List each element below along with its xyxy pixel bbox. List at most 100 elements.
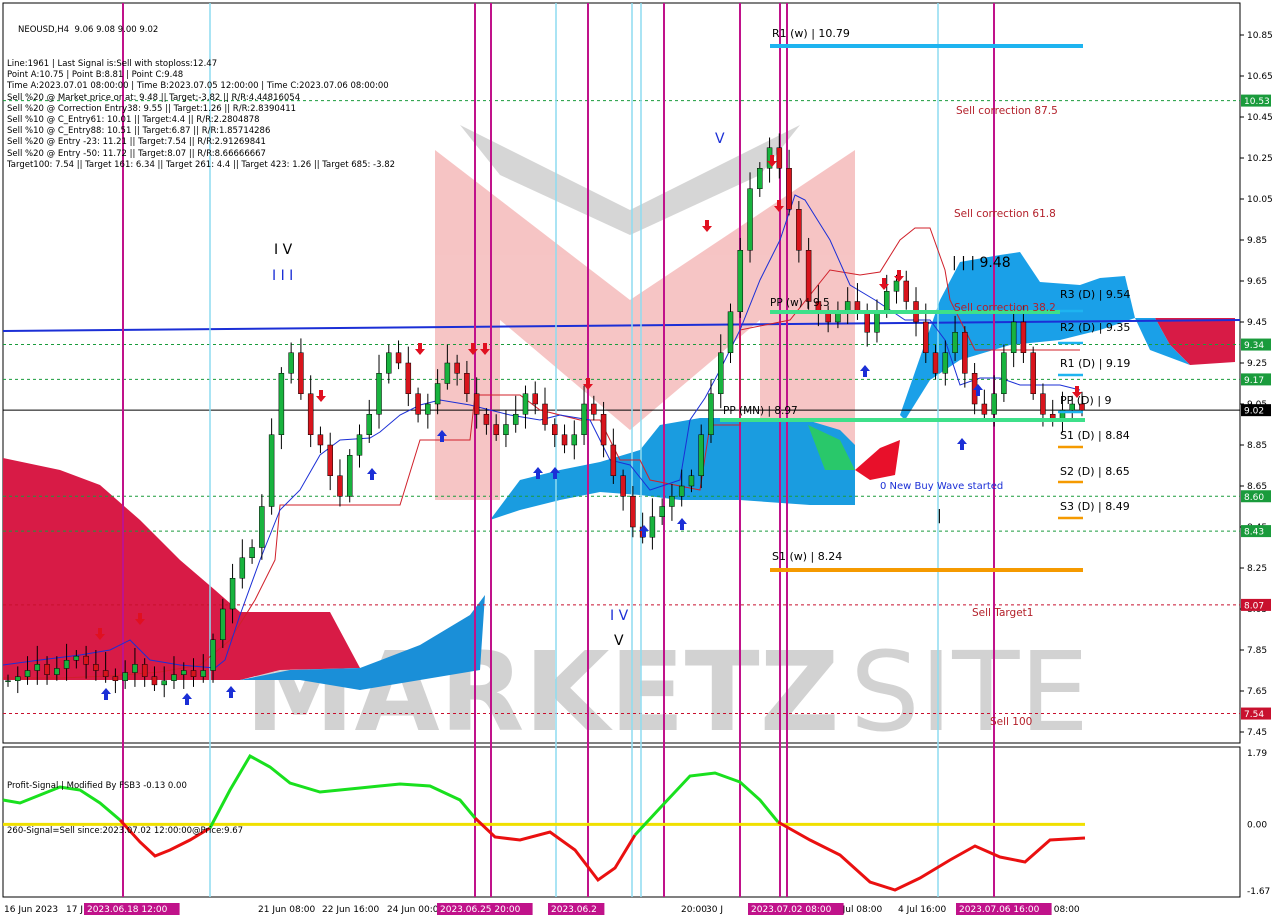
price-badge-label: 8.60 bbox=[1244, 493, 1264, 503]
time-axis-label: 21 Jun 08:00 bbox=[258, 905, 315, 915]
candle-body bbox=[757, 168, 763, 189]
label-new-buy-wave: 0 New Buy Wave started bbox=[880, 481, 1003, 492]
price-tick-label: 9.85 bbox=[1247, 236, 1267, 246]
candle-body bbox=[288, 352, 294, 374]
info-line: Time A:2023.07.01 08:00:00 | Time B:2023… bbox=[7, 81, 389, 92]
candle-body bbox=[151, 676, 158, 686]
pivot-level-label: R1 (w) | 10.79 bbox=[772, 27, 850, 40]
candle-body bbox=[776, 147, 783, 169]
candle-body bbox=[190, 670, 197, 677]
candle-body bbox=[522, 393, 529, 415]
label-sell-100: Sell 100 bbox=[990, 716, 1032, 728]
candle-body bbox=[561, 434, 568, 446]
candle-body bbox=[620, 475, 626, 497]
candle-body bbox=[317, 434, 324, 446]
time-highlight-label: 2023.06.18 12:00 bbox=[87, 905, 168, 915]
label-sell-correction-38-2: Sell correction 38.2 bbox=[954, 302, 1056, 314]
price-badge-label: 8.43 bbox=[1244, 528, 1264, 538]
candle-body bbox=[83, 655, 89, 665]
candle-body bbox=[483, 414, 490, 425]
candle-body bbox=[581, 403, 587, 435]
candle-body bbox=[34, 664, 41, 671]
pivot-level-label: S2 (D) | 8.65 bbox=[1060, 465, 1130, 478]
candle-body bbox=[610, 444, 617, 476]
chart-window: { "symbol_header": "NEOUSD,H4 9.06 9.08 … bbox=[0, 0, 1280, 920]
price-badge-label: 7.54 bbox=[1244, 710, 1264, 720]
candle-body bbox=[434, 383, 441, 405]
label-wave-iii-left: I I I bbox=[272, 268, 293, 284]
info-line: Sell %10 @ C_Entry61: 10.01 || Target:4.… bbox=[7, 115, 260, 126]
candle-body bbox=[15, 676, 21, 682]
price-tick-label: 9.25 bbox=[1247, 359, 1267, 369]
candle-body bbox=[376, 373, 382, 415]
candle-body bbox=[649, 516, 656, 538]
signal-info-panel: NEOUSD,H4 9.06 9.08 9.00 9.02 Line:1961 … bbox=[7, 3, 395, 182]
candle-body bbox=[454, 362, 460, 374]
subwindow-signal-text: 260-Signal=Sell since:2023.07.02 12:00:0… bbox=[7, 826, 244, 836]
candle-body bbox=[600, 414, 607, 446]
candle-body bbox=[678, 485, 685, 497]
pivot-level-label: PP (D) | 9 bbox=[1060, 394, 1112, 407]
candle-body bbox=[171, 674, 177, 681]
candle-body bbox=[425, 403, 431, 415]
candle-body bbox=[464, 373, 470, 394]
candle-body bbox=[991, 393, 997, 415]
price-tick-label: 8.85 bbox=[1247, 441, 1267, 451]
candle-body bbox=[923, 321, 929, 353]
price-tick-label: 7.85 bbox=[1247, 646, 1267, 656]
candle-body bbox=[981, 403, 988, 415]
price-tick-label: 9.45 bbox=[1247, 318, 1267, 328]
candle-body bbox=[698, 434, 704, 476]
candle-body bbox=[259, 506, 265, 548]
candle-body bbox=[883, 291, 890, 312]
candle-body bbox=[327, 444, 333, 476]
pivot-level-label: R1 (D) | 9.19 bbox=[1060, 357, 1130, 370]
subwindow-title: Profit-Signal | Modified By FSB3 -0.13 0… bbox=[7, 781, 187, 791]
candle-body bbox=[591, 403, 597, 415]
candle-body bbox=[180, 670, 187, 675]
candle-body bbox=[942, 352, 949, 374]
label-sell-target1: Sell Target1 bbox=[972, 607, 1033, 619]
candle-body bbox=[659, 506, 665, 517]
candle-body bbox=[63, 660, 70, 669]
candle-body bbox=[893, 280, 900, 292]
price-tick-label: 10.45 bbox=[1247, 113, 1273, 123]
candle-body bbox=[1020, 321, 1027, 353]
candle-body bbox=[1010, 321, 1017, 353]
candle-body bbox=[952, 332, 958, 353]
candle-body bbox=[1049, 414, 1056, 419]
candle-body bbox=[669, 496, 675, 507]
candle-body bbox=[503, 424, 509, 435]
price-badge-label: 9.34 bbox=[1244, 341, 1264, 351]
candle-body bbox=[786, 168, 792, 210]
candle-body bbox=[346, 455, 353, 497]
price-tick-label: 7.65 bbox=[1247, 687, 1267, 697]
time-highlight-label: 2023.07.02 08:00 bbox=[751, 905, 832, 915]
candle-body bbox=[132, 664, 138, 673]
time-axis-label: 30 J bbox=[706, 905, 723, 915]
price-tick-label: 10.85 bbox=[1247, 31, 1273, 41]
subwindow-axis: 1.79 0.00 -1.67 bbox=[1247, 749, 1270, 897]
candle-body bbox=[356, 434, 363, 456]
label-wave-iv-mid: I V bbox=[610, 608, 629, 624]
label-wave-iii-value: | | | 9.48 bbox=[952, 255, 1011, 271]
price-tick-label: 10.05 bbox=[1247, 195, 1273, 205]
info-lines: Line:1961 | Last Signal is:Sell with sto… bbox=[7, 59, 395, 171]
candle-body bbox=[717, 352, 724, 394]
label-sell-correction-61-8: Sell correction 61.8 bbox=[954, 208, 1056, 220]
pivot-level-label: S1 (D) | 8.84 bbox=[1060, 429, 1130, 442]
candle-body bbox=[493, 424, 499, 435]
time-highlight-label: 2023.06.2 bbox=[551, 905, 597, 915]
subwindow-tick-label: 0.00 bbox=[1247, 820, 1267, 830]
candle-body bbox=[73, 655, 80, 661]
info-line: Sell %20 @ Market price or at: 9.48 || T… bbox=[7, 92, 301, 103]
price-axis: 10.85 10.65 10.45 10.25 10.05 9.85 9.65 9.45 9.2… bbox=[1240, 31, 1273, 738]
candle-body bbox=[307, 393, 314, 435]
time-axis: 16 Jun 2023 17 J 21 Jun 08:00 22 Jun 16:00 2… bbox=[4, 903, 1080, 915]
candle-body bbox=[630, 496, 636, 528]
price-tick-label: 10.25 bbox=[1247, 154, 1273, 164]
label-wave-bar: | bbox=[937, 508, 942, 524]
candle-body bbox=[542, 403, 548, 425]
candle-body bbox=[220, 608, 226, 640]
candle-body bbox=[229, 578, 236, 610]
